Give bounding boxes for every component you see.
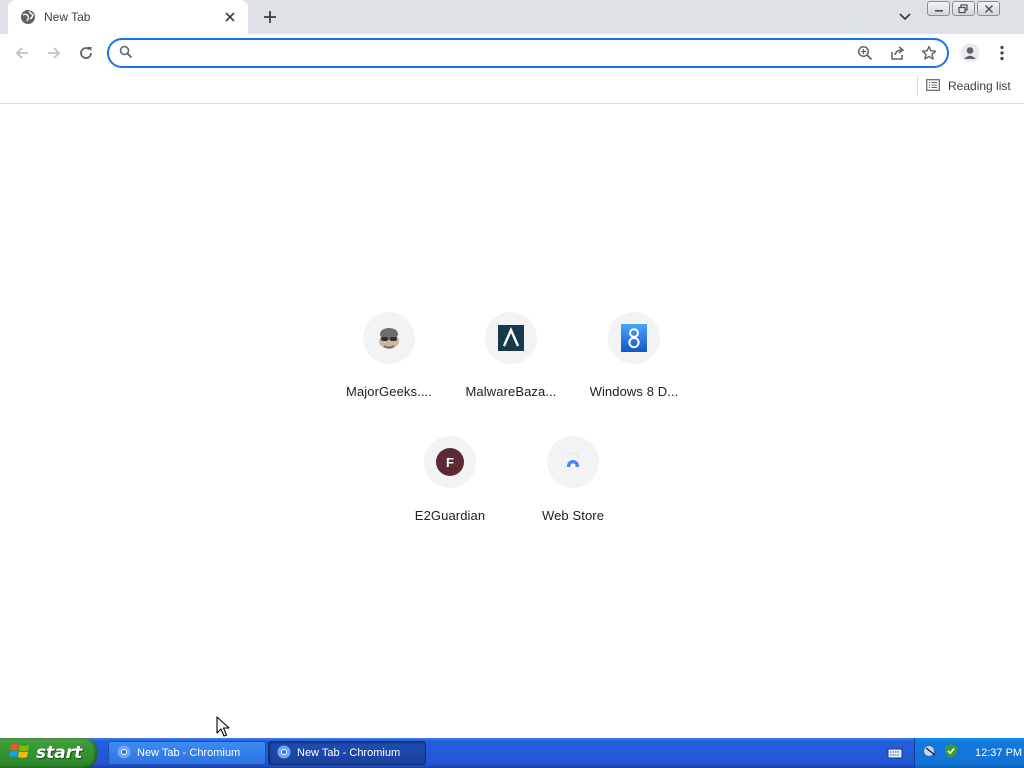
- globe-icon: [20, 9, 36, 25]
- reading-list-label: Reading list: [948, 79, 1011, 93]
- network-icon[interactable]: [923, 743, 939, 764]
- shortcut-tile[interactable]: Windows 8 D...: [578, 310, 690, 422]
- shortcut-label: MalwareBaza...: [465, 384, 557, 399]
- security-shield-icon[interactable]: [943, 743, 959, 764]
- minimize-window-icon[interactable]: [927, 1, 950, 16]
- bookmarks-separator: [917, 76, 918, 96]
- chromium-icon: [277, 745, 291, 762]
- close-tab-icon[interactable]: [222, 9, 238, 25]
- e2guardian-letter: F: [436, 448, 464, 476]
- profile-avatar-icon[interactable]: [957, 40, 983, 66]
- taskbar-window-button[interactable]: New Tab - Chromium: [108, 741, 266, 765]
- taskbar-window-label: New Tab - Chromium: [137, 747, 241, 759]
- omnibox-actions: [855, 43, 939, 63]
- shortcut-tile[interactable]: F E2Guardian: [394, 434, 506, 546]
- new-tab-page: MajorGeeks.... MalwareBaza... Windows 8 …: [0, 104, 1024, 738]
- window-controls: [927, 1, 1000, 16]
- back-arrow-icon[interactable]: [9, 40, 35, 66]
- restore-window-icon[interactable]: [952, 1, 975, 16]
- reading-list-button[interactable]: Reading list: [926, 75, 1011, 97]
- tab-search-chevron-icon[interactable]: [895, 8, 915, 26]
- zoom-icon[interactable]: [855, 43, 875, 63]
- menu-kebab-icon[interactable]: [990, 40, 1014, 66]
- tab-title: New Tab: [44, 10, 91, 24]
- reading-list-icon: [926, 78, 940, 94]
- taskbar: start New Tab - Chromium New Tab - Chrom…: [0, 738, 1024, 768]
- reload-icon[interactable]: [73, 40, 99, 66]
- start-label: start: [36, 743, 83, 763]
- forward-arrow-icon[interactable]: [41, 40, 67, 66]
- close-window-icon[interactable]: [977, 1, 1000, 16]
- clock: 12:37 PM: [975, 747, 1023, 759]
- start-button[interactable]: start: [0, 738, 97, 768]
- windows-logo-icon: [9, 742, 30, 765]
- mouse-cursor-icon: [216, 716, 230, 738]
- taskbar-window-label: New Tab - Chromium: [297, 747, 401, 759]
- shortcut-label: MajorGeeks....: [346, 384, 432, 399]
- share-icon[interactable]: [887, 43, 907, 63]
- shortcut-tile[interactable]: MajorGeeks....: [333, 310, 445, 422]
- browser-tab[interactable]: New Tab: [8, 0, 248, 34]
- bookmarks-bar: Reading list: [0, 72, 1024, 104]
- taskbar-window-button-active[interactable]: New Tab - Chromium: [268, 741, 426, 765]
- windows8-icon: [608, 312, 660, 364]
- malwarebazaar-icon: [485, 312, 537, 364]
- shortcut-label: Windows 8 D...: [589, 384, 679, 399]
- system-tray: 12:37 PM: [914, 738, 1024, 768]
- browser-toolbar: [0, 34, 1024, 72]
- search-icon: [119, 45, 135, 61]
- bookmark-star-icon[interactable]: [919, 43, 939, 63]
- shortcut-tile[interactable]: MalwareBaza...: [455, 310, 567, 422]
- majorgeeks-icon: [363, 312, 415, 364]
- address-bar[interactable]: [107, 38, 949, 68]
- e2guardian-icon: F: [424, 436, 476, 488]
- shortcut-label: E2Guardian: [414, 508, 486, 523]
- shortcut-label: Web Store: [541, 508, 605, 523]
- tab-strip: New Tab: [0, 0, 1024, 34]
- keyboard-icon[interactable]: [887, 746, 903, 760]
- webstore-icon: [547, 436, 599, 488]
- address-input[interactable]: [145, 41, 855, 65]
- chromium-icon: [117, 745, 131, 762]
- shortcut-tile[interactable]: Web Store: [517, 434, 629, 546]
- new-tab-icon[interactable]: [259, 7, 281, 27]
